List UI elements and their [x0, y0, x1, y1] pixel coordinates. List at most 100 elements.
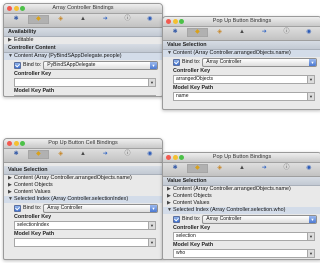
chevron-down-icon[interactable]: ▼ [148, 239, 155, 246]
bind-to-popup[interactable]: PyBindSAppDelegate ▼ [43, 60, 158, 70]
size-icon[interactable]: ▲ [232, 28, 252, 37]
bind-checkbox[interactable] [14, 204, 21, 212]
chevron-down-icon[interactable]: ▼ [148, 222, 155, 229]
controller-key-field[interactable]: selectionIndex ▼ [14, 221, 156, 230]
binding-row-editable[interactable]: ▶ Editable [4, 37, 162, 44]
model-key-path-field[interactable]: who ▼ [173, 249, 315, 258]
bind-to-value: Array Controller [206, 215, 242, 222]
bind-to-row: Bind to: PyBindSAppDelegate ▼ [4, 60, 162, 70]
bind-to-value: Array Controller [47, 204, 83, 211]
connections-icon[interactable]: ➜ [95, 15, 115, 24]
chevron-down-icon[interactable]: ▼ [307, 76, 314, 83]
bind-to-popup[interactable]: Array Controller ▼ [202, 214, 317, 224]
window-title: Pop Up Button Bindings [212, 18, 272, 24]
identity-icon[interactable]: ◉ [140, 150, 160, 159]
size-icon[interactable]: ▲ [232, 164, 252, 173]
model-key-path-value: name [176, 93, 189, 99]
attributes-icon[interactable]: ✱ [165, 28, 185, 37]
bind-to-value: Array Controller [206, 58, 242, 65]
binding-row-label: Content (Array Controller.arrangedObject… [173, 50, 291, 56]
inspector-toolbar: ✱ ◆ ◈ ▲ ➜ ⓘ ◉ [163, 27, 320, 41]
effects-icon[interactable]: ◈ [51, 15, 71, 24]
section-header: Value Selection [163, 41, 320, 50]
title-bar: Pop Up Button Cell Bindings [4, 139, 162, 149]
binding-row-expanded[interactable]: ▼Selected Index (Array Controller.select… [4, 196, 162, 203]
chevron-down-icon[interactable]: ▼ [148, 79, 155, 86]
controller-key-field[interactable]: arrangedObjects ▼ [173, 75, 315, 84]
controller-key-label: Controller Key [173, 68, 211, 74]
model-key-path-label: Model Key Path [173, 85, 214, 91]
identity-icon[interactable]: ◉ [299, 28, 319, 37]
controller-key-label: Controller Key [173, 225, 211, 231]
inspector-panel-popup-button-cell: Pop Up Button Cell Bindings ✱ ◆ ◈ ▲ ➜ ⓘ … [3, 138, 163, 260]
model-key-path-value: who [176, 250, 186, 256]
bindings-icon[interactable]: ◆ [187, 164, 208, 173]
controller-key-field[interactable]: selection ▼ [173, 232, 315, 241]
model-key-path-field[interactable]: name ▼ [173, 92, 315, 101]
binding-row-label: Content (Array Controller.arrangedObject… [173, 186, 291, 192]
binding-row-content-values[interactable]: ▶ Content Values [163, 200, 320, 207]
chevron-down-icon: ▼ [309, 58, 316, 66]
bind-to-popup[interactable]: Array Controller ▼ [202, 57, 317, 67]
controller-key-value: arrangedObjects [176, 76, 213, 82]
controller-key-field[interactable]: ▼ [14, 78, 156, 87]
bind-to-popup[interactable]: Array Controller ▼ [43, 203, 158, 213]
section-header: Availability [4, 28, 162, 37]
attributes-icon[interactable]: ✱ [6, 15, 26, 24]
chevron-down-icon[interactable]: ▼ [307, 233, 314, 240]
controller-key-value: selectionIndex [17, 222, 49, 228]
effects-icon[interactable]: ◈ [210, 28, 230, 37]
controller-key-value: selection [176, 233, 196, 239]
bind-to-row: Bind to: Array Controller ▼ [4, 203, 162, 213]
effects-icon[interactable]: ◈ [210, 164, 230, 173]
controller-key-label: Controller Key [14, 214, 52, 220]
model-key-path-field[interactable]: ▼ [14, 238, 156, 247]
size-icon[interactable]: ▲ [73, 15, 93, 24]
chevron-down-icon[interactable]: ▼ [307, 93, 314, 100]
bindings-icon[interactable]: ◆ [28, 150, 49, 159]
info-icon[interactable]: ⓘ [276, 164, 296, 173]
bindings-icon[interactable]: ◆ [28, 15, 49, 24]
binding-row-content-objects[interactable]: ▶ Content Objects [4, 182, 162, 189]
bind-checkbox[interactable] [14, 61, 21, 69]
binding-row-content[interactable]: ▶ Content (Array Controller.arrangedObjec… [163, 186, 320, 193]
binding-row-expanded[interactable]: ▼Selected Index (Array Controller.select… [163, 207, 320, 214]
attributes-icon[interactable]: ✱ [6, 150, 26, 159]
binding-row-expanded[interactable]: ▼Content (Array Controller.arrangedObjec… [163, 50, 320, 57]
binding-row-label: Content Values [173, 200, 210, 206]
bind-to-row: Bind to: Array Controller ▼ [163, 214, 320, 224]
binding-row-content[interactable]: ▶ Content (Array Controller.arrangedObjec… [4, 175, 162, 182]
info-icon[interactable]: ⓘ [276, 28, 296, 37]
binding-row-label: Selected Index (Array Controller.selecti… [173, 207, 286, 213]
binding-row-label: Editable [14, 37, 34, 43]
bind-to-label: Bind to: [182, 59, 201, 65]
bind-checkbox[interactable] [173, 58, 180, 66]
binding-row-content-values[interactable]: ▶ Content Values [4, 189, 162, 196]
info-icon[interactable]: ⓘ [117, 15, 137, 24]
bind-checkbox[interactable] [173, 215, 180, 223]
binding-row-expanded[interactable]: ▼Content Array (PyBindSAppDelegate.peopl… [4, 53, 162, 60]
title-bar: Array Controller Bindings [4, 4, 162, 14]
chevron-down-icon[interactable]: ▼ [148, 96, 155, 97]
inspector-toolbar: ✱ ◆ ◈ ▲ ➜ ⓘ ◉ [4, 149, 162, 163]
info-icon[interactable]: ⓘ [117, 150, 137, 159]
connections-icon[interactable]: ➜ [254, 164, 274, 173]
connections-icon[interactable]: ➜ [254, 28, 274, 37]
chevron-down-icon[interactable]: ▼ [307, 250, 314, 257]
identity-icon[interactable]: ◉ [140, 15, 160, 24]
connections-icon[interactable]: ➜ [95, 150, 115, 159]
binding-row-content-objects[interactable]: ▶ Content Objects [163, 193, 320, 200]
identity-icon[interactable]: ◉ [299, 164, 319, 173]
bind-to-label: Bind to: [182, 216, 201, 222]
chevron-down-icon: ▼ [150, 61, 157, 69]
binding-row-label: Selected Index (Array Controller.selecti… [14, 196, 129, 202]
controller-key-label: Controller Key [14, 71, 52, 77]
size-icon[interactable]: ▲ [73, 150, 93, 159]
inspector-panel-popup-button: Pop Up Button Bindings ✱ ◆ ◈ ▲ ➜ ⓘ ◉ Val… [162, 16, 320, 110]
model-key-path-field[interactable]: people ▼ [14, 95, 156, 97]
bindings-icon[interactable]: ◆ [187, 28, 208, 37]
attributes-icon[interactable]: ✱ [165, 164, 185, 173]
model-key-path-label: Model Key Path [173, 242, 214, 248]
effects-icon[interactable]: ◈ [51, 150, 71, 159]
inspector-panel-array-controller: Array Controller Bindings ✱ ◆ ◈ ▲ ➜ ⓘ ◉ … [3, 3, 163, 97]
